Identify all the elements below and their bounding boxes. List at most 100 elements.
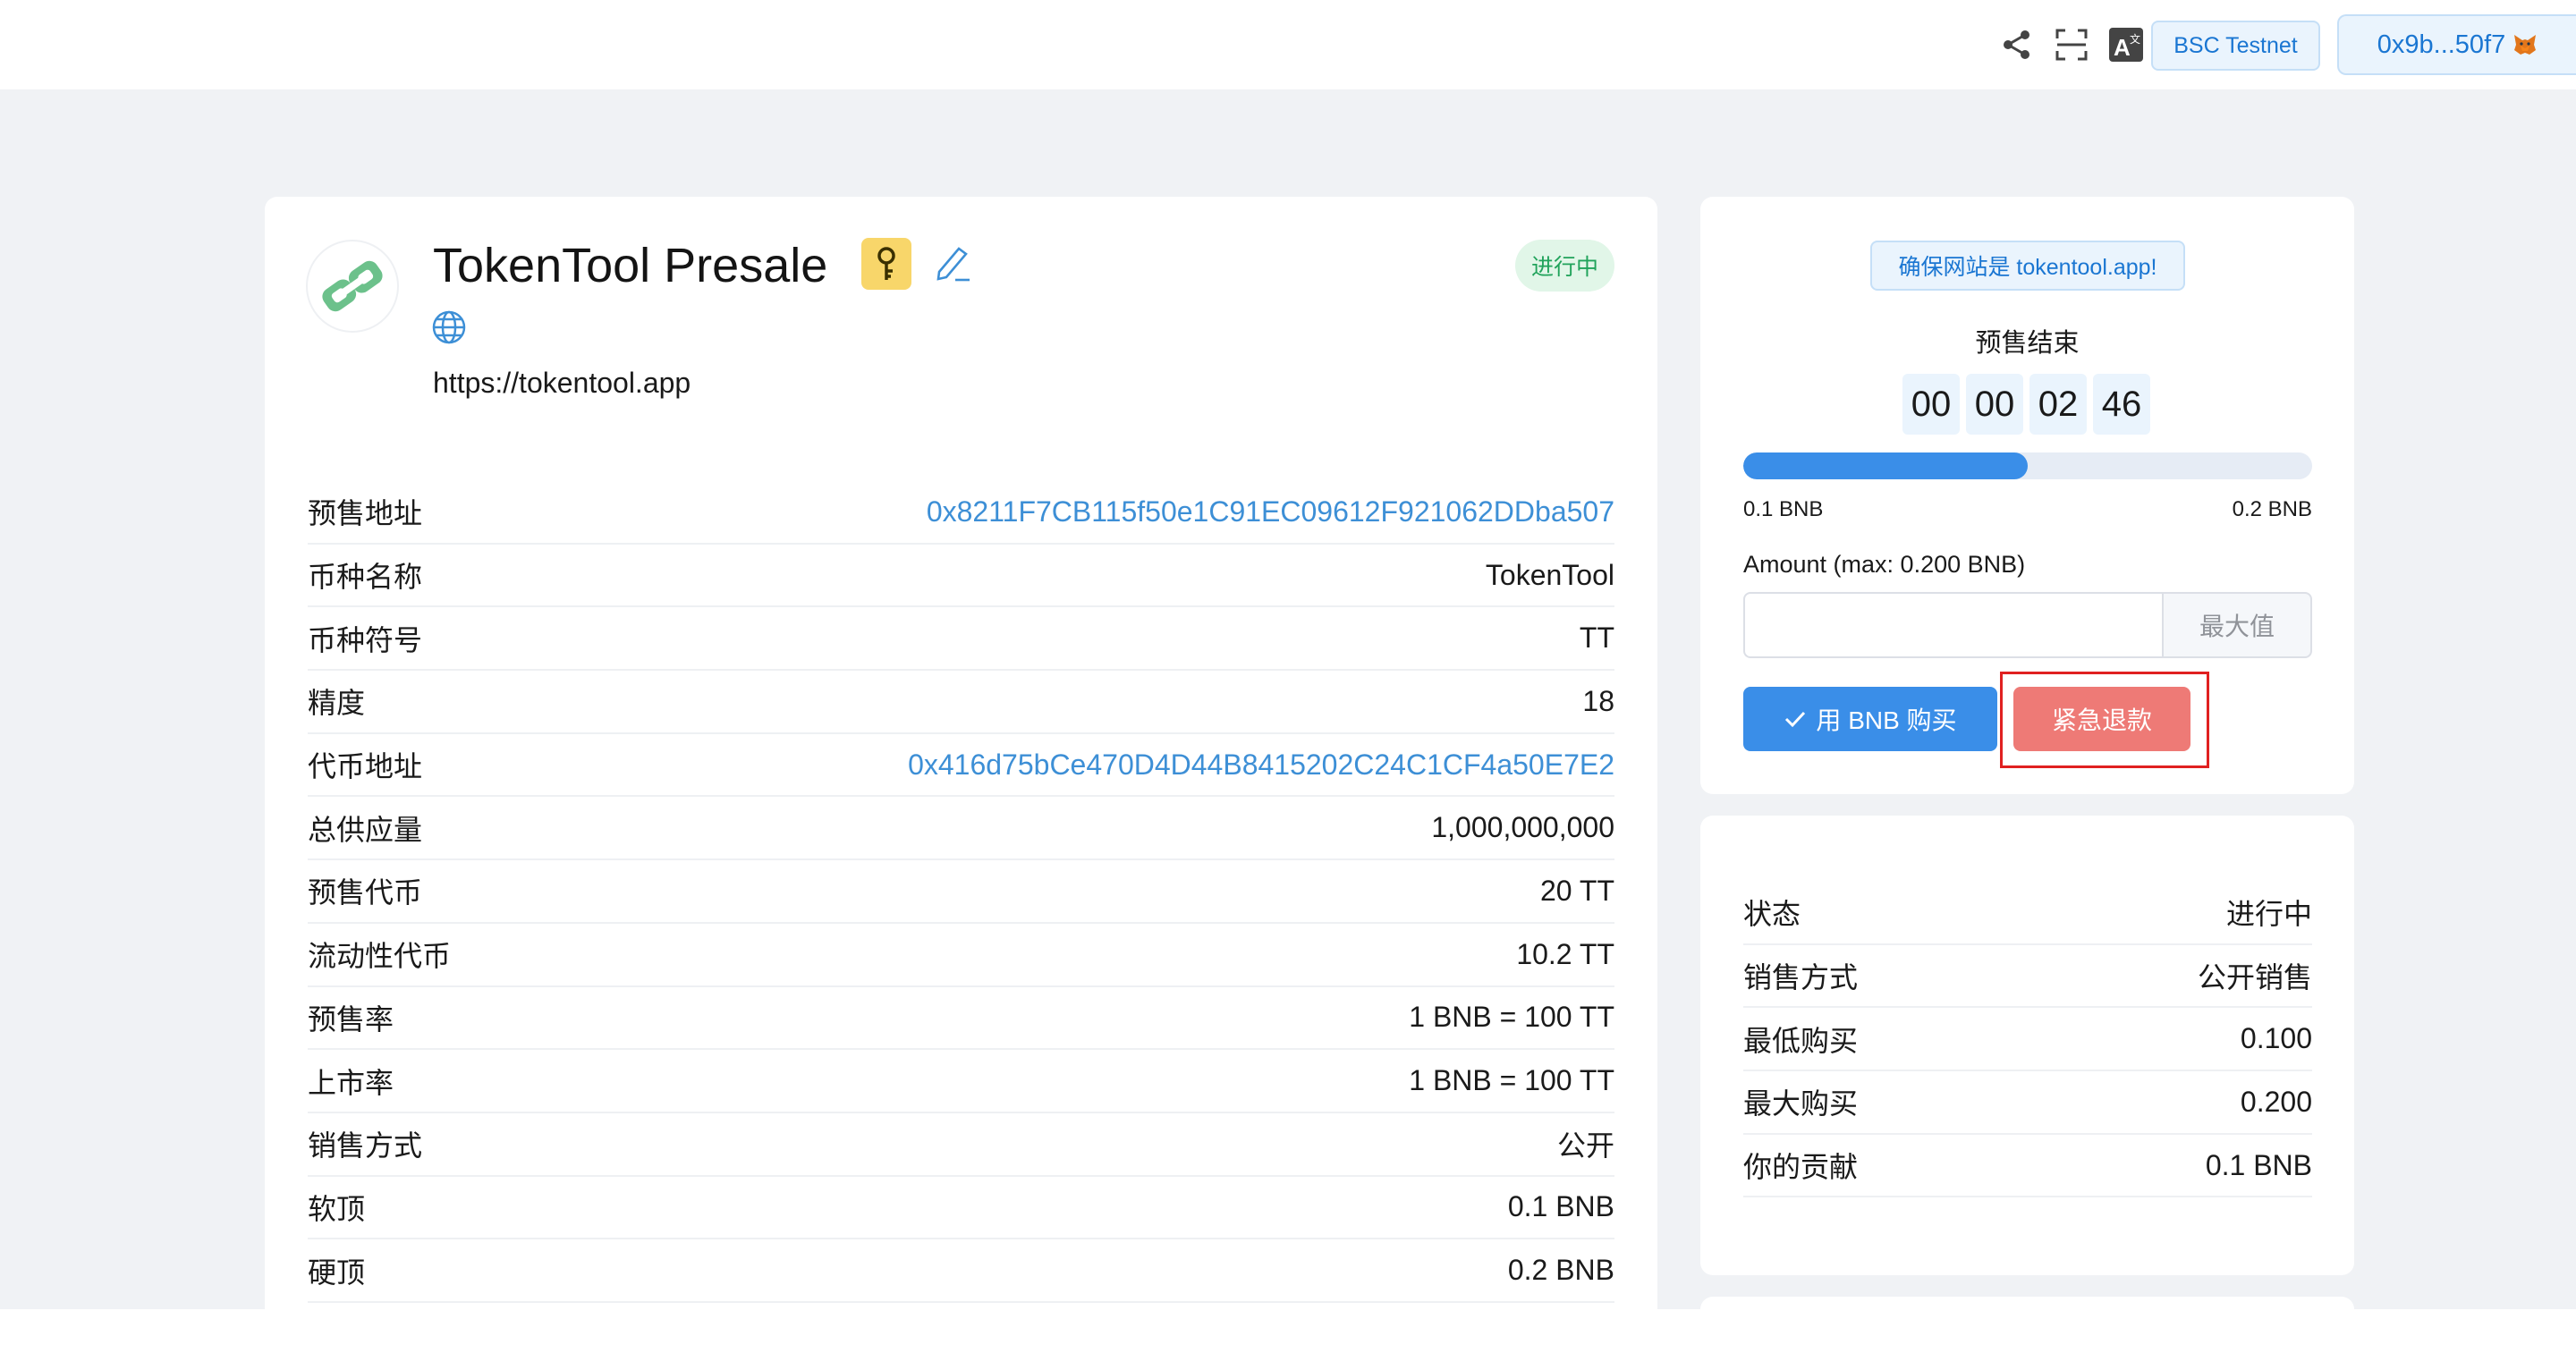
detail-value: 1 BNB = 100 TT: [1409, 1064, 1614, 1097]
detail-label: 精度: [308, 687, 366, 720]
sale-info-table: 状态 进行中销售方式 公开销售最低购买 0.100 最大购买 0.200 你的贡献 0.1 B…: [1743, 882, 2312, 1198]
detail-label: 流动性代币: [308, 940, 452, 973]
info-value: 进行中: [2225, 898, 2312, 931]
detail-value: TokenTool: [1485, 558, 1614, 591]
network-button[interactable]: BSC Testnet: [2151, 21, 2320, 71]
detail-label: 币种符号: [308, 623, 423, 656]
chain-link-logo-icon: [322, 260, 383, 312]
buy-card: 确保网站是 tokentool.app! 预售结束 00 00 02 46 0.…: [1700, 197, 2354, 794]
site-notice-text: 确保网站是 tokentool.app!: [1898, 255, 2157, 280]
info-label: 销售方式: [1743, 961, 1859, 994]
svg-text:文: 文: [2130, 32, 2140, 46]
presale-details-card: TokenTool Presale https://tokentool.app …: [265, 197, 1657, 1370]
info-label: 你的贡献: [1743, 1151, 1859, 1184]
detail-row: 硬顶 0.2 BNB: [308, 1239, 1614, 1303]
detail-value: TT: [1579, 622, 1614, 655]
check-icon: [1785, 711, 1806, 728]
detail-label: 销售方式: [308, 1129, 423, 1163]
detail-value: 0.2 BNB: [1507, 1254, 1614, 1287]
countdown-seconds: 46: [2093, 374, 2150, 435]
presale-title: TokenTool Presale: [433, 239, 828, 292]
detail-row: 软顶 0.1 BNB: [308, 1177, 1614, 1240]
info-row: 最大购买 0.200: [1743, 1071, 2312, 1135]
detail-value: 10.2 TT: [1516, 937, 1614, 970]
detail-value: 1 BNB = 100 TT: [1409, 1001, 1614, 1034]
detail-label: 代币地址: [308, 750, 423, 783]
next-card: [1700, 1297, 2354, 1350]
detail-row: 代币地址 0x416d75bCe470D4D44B8415202C24C1CF4a…: [308, 734, 1614, 798]
info-label: 最低购买: [1743, 1024, 1859, 1057]
countdown-label: 预售结束: [1975, 329, 2080, 358]
refund-button-label: 紧急退款: [2051, 706, 2152, 734]
progress-fill: [1743, 452, 2028, 479]
detail-address-link[interactable]: 0x416d75bCe470D4D44B8415202C24C1CF4a50E7…: [908, 748, 1614, 782]
key-icon[interactable]: [861, 238, 911, 290]
website-url[interactable]: https://tokentool.app: [433, 367, 691, 400]
info-value: 0.100: [2240, 1022, 2312, 1055]
detail-value: 公开: [1556, 1129, 1614, 1163]
detail-label: 软顶: [308, 1192, 366, 1225]
detail-value: 0.1 BNB: [1507, 1190, 1614, 1223]
countdown-hours: 00: [1966, 374, 2023, 435]
detail-row: 预售率 1 BNB = 100 TT: [308, 987, 1614, 1051]
wallet-button[interactable]: 0x9b...50f7: [2337, 14, 2576, 75]
detail-label: 预售地址: [308, 497, 423, 530]
info-value: 0.200: [2240, 1085, 2312, 1118]
detail-value: 1,000,000,000: [1431, 811, 1614, 844]
detail-label: 预售率: [308, 1002, 394, 1036]
sale-info-card: 状态 进行中销售方式 公开销售最低购买 0.100 最大购买 0.200 你的贡献 0.1 B…: [1700, 816, 2354, 1275]
detail-row: 预售代币 20 TT: [308, 860, 1614, 924]
amount-input[interactable]: [1743, 592, 2162, 658]
emergency-refund-button[interactable]: 紧急退款: [2013, 687, 2190, 751]
detail-row: 上市率 1 BNB = 100 TT: [308, 1050, 1614, 1113]
share-icon[interactable]: [1997, 25, 2037, 64]
detail-row: 精度 18: [308, 671, 1614, 734]
countdown-days: 00: [1902, 374, 1960, 435]
buy-with-bnb-button[interactable]: 用 BNB 购买: [1743, 687, 1997, 751]
detail-value: 20 TT: [1540, 874, 1614, 907]
scan-icon[interactable]: [2052, 25, 2091, 64]
info-label: 最大购买: [1743, 1087, 1859, 1121]
max-button-label: 最大值: [2199, 613, 2275, 640]
info-row: 你的贡献 0.1 BNB: [1743, 1135, 2312, 1198]
detail-row: 币种符号 TT: [308, 607, 1614, 672]
detail-label: 总供应量: [308, 813, 423, 846]
network-label: BSC Testnet: [2174, 32, 2298, 58]
info-value: 0.1 BNB: [2205, 1148, 2312, 1181]
status-badge: 进行中: [1514, 240, 1614, 292]
detail-row: 预售地址 0x8211F7CB115f50e1C91EC09612F921062D…: [308, 481, 1614, 545]
token-logo: [306, 240, 399, 333]
info-value: 公开销售: [2197, 961, 2312, 994]
site-notice: 确保网站是 tokentool.app!: [1870, 241, 2185, 291]
details-table: 预售地址 0x8211F7CB115f50e1C91EC09612F921062D…: [308, 481, 1614, 1303]
info-row: 销售方式 公开销售: [1743, 945, 2312, 1009]
progress-min-label: 0.1 BNB: [1743, 497, 1824, 521]
info-row: 最低购买 0.100: [1743, 1008, 2312, 1072]
wallet-address: 0x9b...50f7: [2377, 30, 2506, 59]
detail-row: 销售方式 公开: [308, 1113, 1614, 1177]
detail-label: 硬顶: [308, 1256, 366, 1289]
detail-row: 总供应量 1,000,000,000: [308, 797, 1614, 861]
max-button[interactable]: 最大值: [2162, 592, 2312, 658]
detail-value: 18: [1582, 684, 1614, 717]
progress-bar: [1743, 452, 2312, 479]
buy-button-label: 用 BNB 购买: [1816, 706, 1957, 734]
countdown-minutes: 02: [2029, 374, 2087, 435]
countdown: 00 00 02 46: [1902, 374, 2150, 435]
metamask-fox-icon: [2514, 35, 2537, 55]
globe-icon[interactable]: [431, 309, 467, 345]
detail-label: 上市率: [308, 1066, 394, 1099]
detail-label: 预售代币: [308, 876, 423, 909]
detail-label: 币种名称: [308, 561, 423, 594]
detail-row: 币种名称 TokenTool: [308, 545, 1614, 608]
info-row: 状态 进行中: [1743, 882, 2312, 945]
info-label: 状态: [1743, 898, 1801, 931]
detail-address-link[interactable]: 0x8211F7CB115f50e1C91EC09612F921062DDba5…: [927, 495, 1614, 529]
progress-max-label: 0.2 BNB: [2232, 497, 2312, 521]
svg-text:A: A: [2114, 34, 2131, 61]
detail-row: 流动性代币 10.2 TT: [308, 924, 1614, 987]
edit-icon[interactable]: [934, 243, 971, 283]
translate-icon[interactable]: A文: [2106, 25, 2146, 64]
amount-label: Amount (max: 0.200 BNB): [1743, 551, 2026, 578]
top-bar: A文 BSC Testnet 0x9b...50f7: [0, 0, 2576, 89]
